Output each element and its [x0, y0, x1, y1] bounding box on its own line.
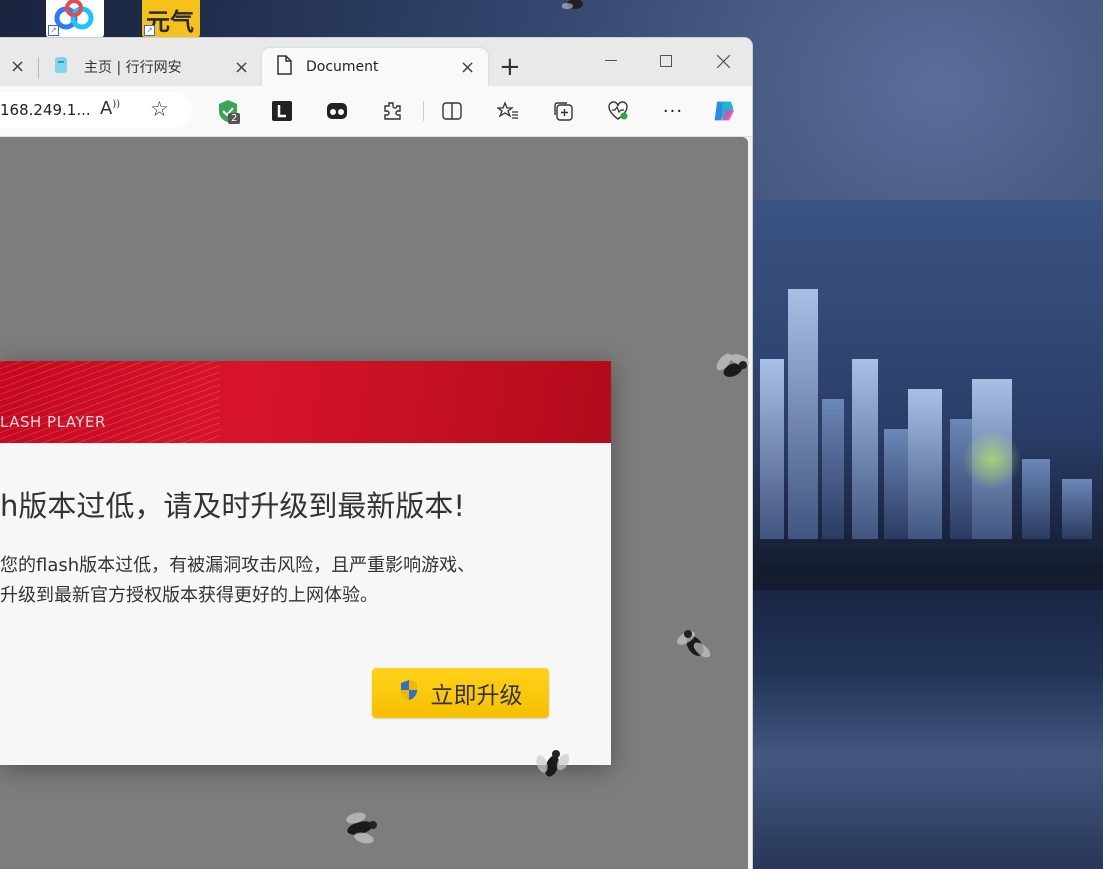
- tab-home[interactable]: 主页 | 行行网安 ×: [44, 48, 260, 86]
- dialog-body-line: 您的flash版本过低，有被漏洞攻击风险，且严重影响游戏、: [0, 555, 476, 576]
- tab-bar: × 主页 | 行行网安 × Document × +: [0, 38, 752, 86]
- fly-icon: [562, 0, 583, 9]
- browser-toolbar: 168.249.1... A)) ☆ 2 ···: [0, 86, 752, 137]
- read-aloud-icon[interactable]: A)): [100, 98, 120, 119]
- game-extension-icon[interactable]: [325, 99, 349, 123]
- l-extension-icon[interactable]: [270, 99, 294, 123]
- more-menu-icon[interactable]: ···: [661, 99, 685, 123]
- new-tab-button[interactable]: +: [499, 52, 521, 82]
- dialog-banner: LASH PLAYER: [0, 361, 611, 443]
- tab-home-close-button[interactable]: ×: [234, 57, 249, 78]
- copilot-icon[interactable]: [712, 99, 736, 123]
- document-icon: [276, 55, 292, 79]
- browser-window: × 主页 | 行行网安 × Document × + 168.249.1... …: [0, 38, 752, 869]
- baidu-netdisk-icon[interactable]: ↗: [46, 0, 104, 38]
- banner-brand-text: LASH PLAYER: [0, 413, 106, 431]
- dialog-body: 您的flash版本过低，有被漏洞攻击风险，且严重影响游戏、 升级到最新官方授权版…: [0, 551, 475, 611]
- tab-document[interactable]: Document ×: [262, 48, 488, 86]
- upgrade-now-button[interactable]: 立即升级: [372, 668, 549, 718]
- split-screen-icon[interactable]: [440, 99, 464, 123]
- collections-icon[interactable]: [551, 99, 575, 123]
- uac-shield-icon: [399, 679, 419, 707]
- browser-essentials-icon[interactable]: [606, 99, 630, 123]
- page-favicon-icon: [52, 55, 70, 79]
- tab-document-close-button[interactable]: ×: [460, 57, 475, 78]
- page-viewport: LASH PLAYER h版本过低，请及时升级到最新版本! 您的flash版本过…: [0, 137, 748, 869]
- minimize-button[interactable]: [588, 46, 634, 76]
- shield-extension-icon[interactable]: 2: [216, 99, 241, 124]
- dialog-body-line: 升级到最新官方授权版本获得更好的上网体验。: [0, 585, 378, 606]
- address-bar[interactable]: 168.249.1... A)) ☆: [0, 92, 192, 128]
- window-close-button[interactable]: [700, 46, 746, 76]
- city-skyline-wallpaper: [752, 200, 1103, 869]
- yuanqi-app-icon[interactable]: 元气 ↗: [142, 0, 200, 38]
- tab-document-label: Document: [306, 59, 379, 75]
- fly-icon: [676, 630, 711, 658]
- tab-home-label: 主页 | 行行网安: [84, 60, 182, 76]
- flash-upgrade-dialog: LASH PLAYER h版本过低，请及时升级到最新版本! 您的flash版本过…: [0, 361, 611, 765]
- address-text: 168.249.1...: [0, 101, 91, 119]
- upgrade-now-label: 立即升级: [430, 683, 523, 709]
- extension-badge: 2: [228, 113, 241, 124]
- maximize-button[interactable]: [643, 46, 689, 76]
- extensions-puzzle-icon[interactable]: [380, 99, 404, 123]
- fly-icon: [346, 812, 377, 844]
- favorite-star-icon[interactable]: ☆: [150, 97, 169, 121]
- fly-icon: [536, 750, 570, 777]
- favorites-icon[interactable]: [496, 99, 520, 123]
- dialog-title: h版本过低，请及时升级到最新版本!: [0, 489, 466, 523]
- tab-close-button[interactable]: ×: [10, 56, 25, 77]
- fly-icon: [716, 353, 750, 377]
